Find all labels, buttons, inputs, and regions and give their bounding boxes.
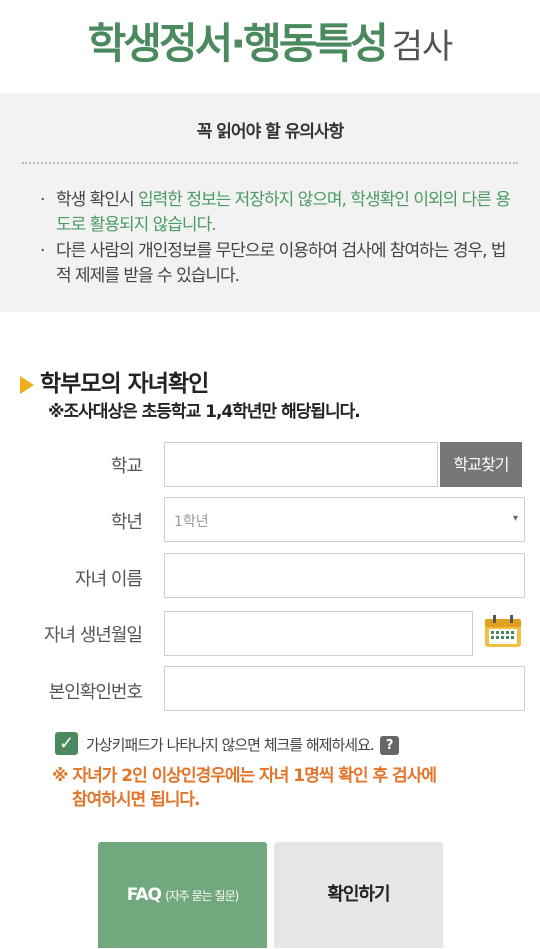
confirm-button[interactable]: 확인하기 <box>274 842 443 948</box>
section-title: 학부모의 자녀확인 <box>40 371 209 397</box>
grade-select[interactable]: 1학년 ▾ <box>164 497 525 542</box>
verify-number-input[interactable] <box>165 667 524 710</box>
school-input[interactable] <box>165 443 437 486</box>
section-heading: 학부모의 자녀확인 <box>20 364 209 398</box>
verify-number-field[interactable] <box>164 666 525 711</box>
help-icon[interactable]: ? <box>379 736 399 755</box>
birthdate-label: 자녀 생년월일 <box>43 625 143 646</box>
bullet-mark: · <box>40 190 46 210</box>
chevron-down-icon: ▾ <box>512 513 518 524</box>
notice-item-2-text: 다른 사람의 개인정보를 무단으로 이용하여 검사에 참여하는 경우, 법적 제… <box>56 241 507 286</box>
check-icon: ✓ <box>58 733 75 754</box>
child-name-field[interactable] <box>164 553 525 598</box>
notice-heading: 꼭 읽어야 할 유의사항 <box>196 122 345 142</box>
faq-button[interactable]: FAQ (자주 묻는 질문) <box>98 842 267 948</box>
verify-number-label: 본인확인번호 <box>48 682 143 703</box>
virtual-keypad-label: 가상키패드가 나타나지 않으면 체크를 해제하세요.? <box>86 734 399 755</box>
notice-item-1-plain: 학생 확인시 <box>56 190 139 210</box>
child-name-label: 자녀 이름 <box>75 569 143 590</box>
section-subtitle: ※조사대상은 초등학교 1,4학년만 해당됩니다. <box>48 402 361 422</box>
faq-button-label: FAQ <box>126 885 162 905</box>
school-field[interactable] <box>164 442 438 487</box>
dotted-divider <box>22 162 518 164</box>
virtual-keypad-checkbox[interactable]: ✓ <box>55 732 78 755</box>
bullet-mark: · <box>40 241 46 261</box>
title-sub: 검사 <box>391 27 454 67</box>
calendar-icon[interactable] <box>484 614 522 648</box>
birthdate-input[interactable] <box>165 612 472 655</box>
title-main: 학생정서·행동특성 <box>87 19 389 68</box>
warning-line-2: 참여하시면 됩니다. <box>72 790 201 810</box>
page-title: 학생정서·행동특성 검사 <box>0 10 540 71</box>
grade-label: 학년 <box>110 512 143 533</box>
find-school-button[interactable]: 학교찾기 <box>440 442 522 487</box>
grade-selected-value: 1학년 <box>174 514 209 530</box>
faq-button-sublabel: (자주 묻는 질문) <box>165 889 239 903</box>
birthdate-field[interactable] <box>164 611 473 656</box>
multiple-children-warning: ※ 자녀가 2인 이상인경우에는 자녀 1명씩 확인 후 검사에 참여하시면 됩… <box>52 764 522 812</box>
virtual-keypad-text: 가상키패드가 나타나지 않으면 체크를 해제하세요. <box>86 736 375 754</box>
warning-line-1: ※ 자녀가 2인 이상인경우에는 자녀 1명씩 확인 후 검사에 <box>52 766 437 786</box>
child-name-input[interactable] <box>165 554 524 597</box>
notice-item-2: · 다른 사람의 개인정보를 무단으로 이용하여 검사에 참여하는 경우, 법적… <box>40 239 520 289</box>
school-label: 학교 <box>110 456 143 477</box>
notice-item-1: · 학생 확인시 입력한 정보는 저장하지 않으며, 학생확인 이외의 다른 용… <box>40 188 520 238</box>
triangle-marker-icon <box>20 375 34 394</box>
